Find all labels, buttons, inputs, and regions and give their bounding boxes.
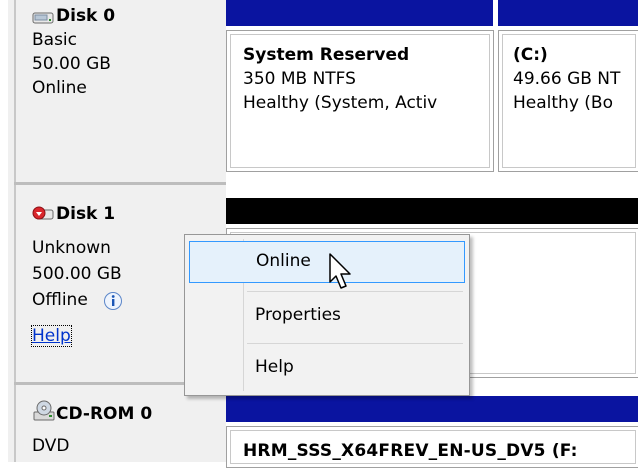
disk1-name: Disk 1 [56, 204, 116, 224]
partition-c[interactable]: (C:) 49.66 GB NT Healthy (Bo [498, 30, 638, 172]
disk1-size: 500.00 GB [32, 264, 122, 284]
cdrom-volume-label: HRM_SSS_X64FREV_EN-US_DV5 (F: [243, 441, 578, 461]
partition-title: System Reserved [243, 45, 410, 65]
context-menu: Online Properties Help [184, 234, 470, 396]
menu-separator [247, 343, 463, 344]
partition-detail: 49.66 GB NT [513, 69, 621, 89]
partition-system-reserved[interactable]: System Reserved 350 MB NTFS Healthy (Sys… [226, 30, 494, 172]
disk1-type: Unknown [32, 238, 111, 258]
menu-item-properties[interactable]: Properties [189, 295, 465, 337]
help-link-wrapper[interactable]: Help [31, 325, 72, 347]
partition-title: (C:) [513, 45, 548, 65]
disk-icon [32, 10, 54, 24]
disk0-name: Disk 0 [56, 6, 116, 26]
pane-border [14, 0, 16, 462]
help-link[interactable]: Help [31, 325, 72, 347]
mouse-cursor-icon [328, 252, 354, 292]
partition-health: Healthy (Bo [513, 93, 613, 113]
menu-separator [247, 291, 463, 292]
disk1-status: Offline [32, 290, 88, 310]
disk0-status: Online [32, 78, 87, 98]
disk-separator [14, 182, 226, 185]
menu-item-online[interactable]: Online [189, 241, 465, 283]
cdrom0-name: CD-ROM 0 [56, 404, 153, 424]
partition-detail: 350 MB NTFS [243, 69, 356, 89]
menu-item-label: Properties [255, 305, 341, 325]
pane-edge [0, 0, 8, 462]
disk-offline-icon [32, 206, 54, 222]
partition-bar-system-reserved [226, 0, 493, 26]
disk0-size: 50.00 GB [32, 54, 111, 74]
menu-item-label: Online [256, 251, 311, 271]
info-icon[interactable] [103, 291, 123, 311]
partition-health: Healthy (System, Activ [243, 93, 438, 113]
disk0-type: Basic [32, 30, 78, 50]
cdrom0-type: DVD [32, 436, 70, 456]
unallocated-bar [226, 198, 638, 224]
partition-bar-c [498, 0, 638, 26]
cdrom-volume-bar [226, 396, 638, 422]
menu-item-label: Help [255, 357, 294, 377]
menu-item-help[interactable]: Help [189, 347, 465, 389]
cdrom-icon [32, 400, 56, 422]
